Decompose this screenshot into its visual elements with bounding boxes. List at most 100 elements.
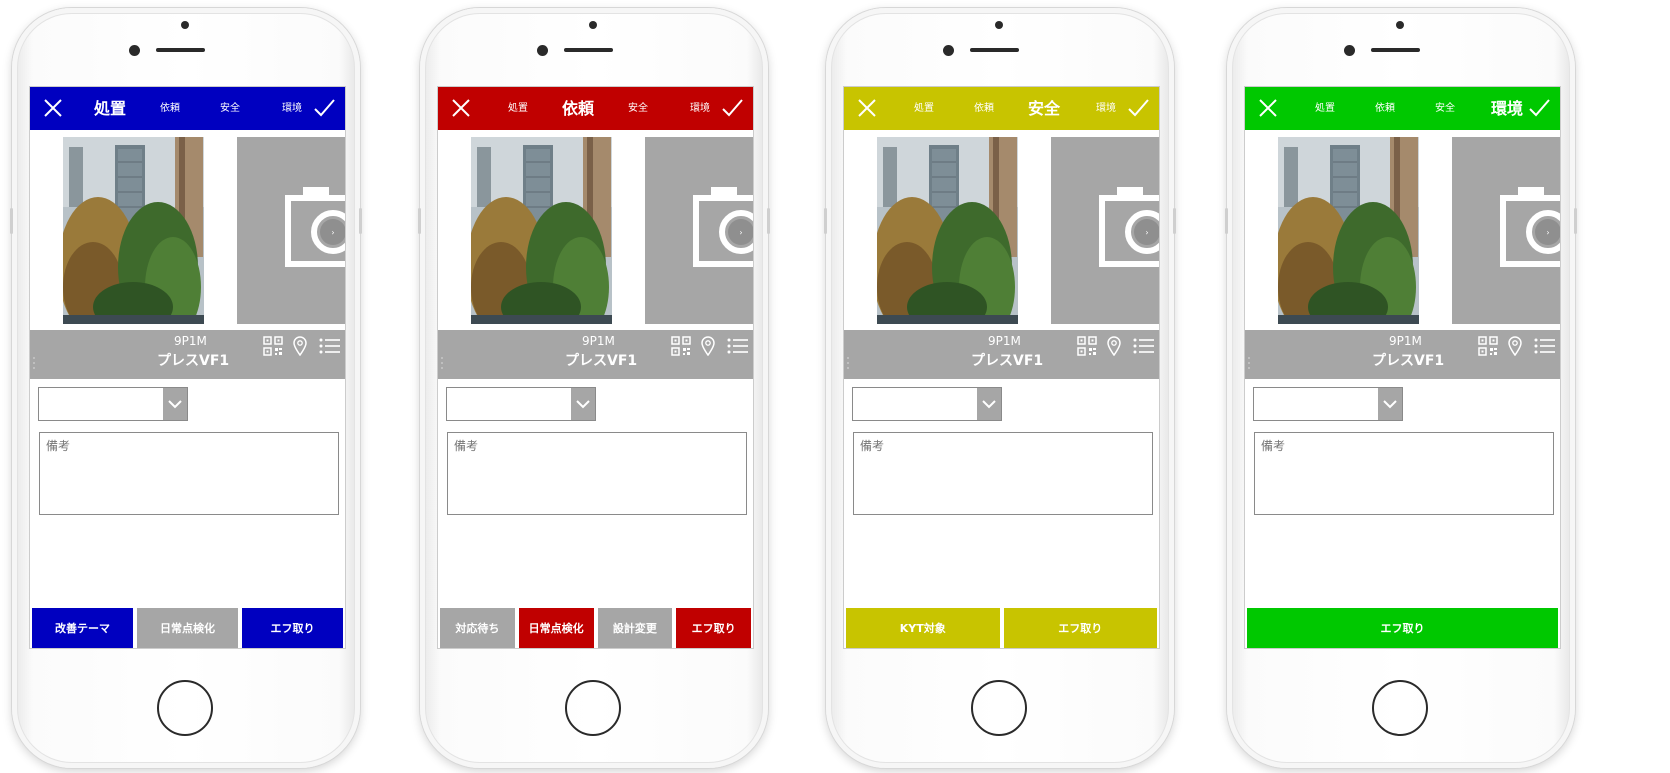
side-button [1173,208,1176,234]
tab-1[interactable]: 依頼 [1375,87,1395,130]
camera-icon: › [1099,187,1159,267]
location-pin-icon[interactable] [1507,336,1523,357]
checkmark-icon[interactable] [721,97,743,119]
qr-code-icon[interactable] [1077,336,1097,356]
drag-handle-icon[interactable] [1247,355,1251,369]
home-button[interactable] [971,680,1027,736]
tab-0[interactable]: 処置 [508,87,528,130]
sensor-dot [589,21,597,29]
tab-2[interactable]: 安全 [1435,87,1455,130]
category-select[interactable] [446,387,596,421]
action-button[interactable]: 設計変更 [597,608,673,648]
close-icon[interactable] [42,97,64,119]
tab-3[interactable]: 環境 [282,87,302,130]
checkmark-icon[interactable] [1528,97,1550,119]
action-button[interactable]: エフ取り [1247,608,1558,648]
photo-image [877,137,1018,324]
top-bar: 処置 依頼 安全 環境 [438,87,753,130]
add-photo-button[interactable]: › [237,137,345,324]
add-photo-button[interactable]: › [1051,137,1159,324]
tab-3[interactable]: 環境 [1491,87,1523,130]
qr-code-icon[interactable] [671,336,691,356]
add-photo-button[interactable]: › [645,137,753,324]
home-button[interactable] [157,680,213,736]
tab-2[interactable]: 安全 [628,87,648,130]
chevron-down-icon[interactable] [163,388,187,420]
tab-3[interactable]: 環境 [1096,87,1116,130]
remarks-field[interactable] [853,432,1153,515]
add-photo-button[interactable]: › [1452,137,1560,324]
category-select[interactable] [852,387,1002,421]
list-icon[interactable] [319,338,341,354]
close-icon[interactable] [1257,97,1279,119]
front-camera [1344,45,1355,56]
list-icon[interactable] [1534,338,1556,354]
tab-0[interactable]: 処置 [914,87,934,130]
camera-icon: › [285,187,345,267]
drag-handle-icon[interactable] [440,355,444,369]
equipment-name: プレスVF1 [1372,353,1445,369]
qr-code-icon[interactable] [263,336,283,356]
close-icon[interactable] [856,97,878,119]
drag-handle-icon[interactable] [846,355,850,369]
home-button[interactable] [565,680,621,736]
tab-0[interactable]: 処置 [1315,87,1335,130]
drag-handle-icon[interactable] [32,355,36,369]
camera-icon: › [693,187,753,267]
camera-icon: › [1500,187,1560,267]
remarks-field[interactable] [39,432,339,515]
action-button[interactable]: エフ取り [242,608,343,648]
location-pin-icon[interactable] [292,336,308,357]
remarks-field[interactable] [1254,432,1554,515]
action-bar: 改善テーマ 日常点検化 エフ取り [30,608,345,648]
qr-code-icon[interactable] [1478,336,1498,356]
category-select[interactable] [38,387,188,421]
home-button[interactable] [1372,680,1428,736]
checkmark-icon[interactable] [313,97,335,119]
tab-1[interactable]: 依頼 [562,87,594,130]
tab-3[interactable]: 環境 [690,87,710,130]
action-button[interactable]: KYT対象 [846,608,1000,648]
action-button[interactable]: 対応待ち [440,608,515,648]
earpiece-speaker [1371,48,1420,52]
front-camera [943,45,954,56]
captured-photo[interactable] [471,137,612,324]
sensor-dot [181,21,189,29]
location-pin-icon[interactable] [700,336,716,357]
chevron-down-icon[interactable] [571,388,595,420]
captured-photo[interactable] [1278,137,1419,324]
earpiece-speaker [970,48,1019,52]
list-icon[interactable] [727,338,749,354]
list-icon[interactable] [1133,338,1155,354]
side-button [1225,208,1228,234]
tab-2[interactable]: 安全 [220,87,240,130]
tab-1[interactable]: 依頼 [974,87,994,130]
location-pin-icon[interactable] [1106,336,1122,357]
equipment-name: プレスVF1 [565,353,638,369]
action-button[interactable]: エフ取り [676,608,751,648]
tab-2[interactable]: 安全 [1028,87,1060,130]
action-button[interactable]: 日常点検化 [518,608,594,648]
tab-0[interactable]: 処置 [94,87,126,130]
svg-text:›: › [1546,228,1549,237]
phone-mockup: 処置 依頼 安全 環境 › 9P1M プレスVF1 [824,8,1176,768]
equipment-name: プレスVF1 [157,353,230,369]
top-bar: 処置 依頼 安全 環境 [844,87,1159,130]
side-button [10,208,13,234]
sensor-dot [995,21,1003,29]
chevron-down-icon[interactable] [977,388,1001,420]
category-select[interactable] [1253,387,1403,421]
captured-photo[interactable] [877,137,1018,324]
side-button [1574,208,1577,234]
close-icon[interactable] [450,97,472,119]
captured-photo[interactable] [63,137,204,324]
tab-1[interactable]: 依頼 [160,87,180,130]
equipment-info-bar: 9P1M プレスVF1 [438,330,753,379]
action-bar: 対応待ち 日常点検化 設計変更 エフ取り [438,608,753,648]
checkmark-icon[interactable] [1127,97,1149,119]
chevron-down-icon[interactable] [1378,388,1402,420]
action-button[interactable]: 改善テーマ [32,608,133,648]
action-button[interactable]: 日常点検化 [137,608,238,648]
remarks-field[interactable] [447,432,747,515]
action-button[interactable]: エフ取り [1003,608,1157,648]
